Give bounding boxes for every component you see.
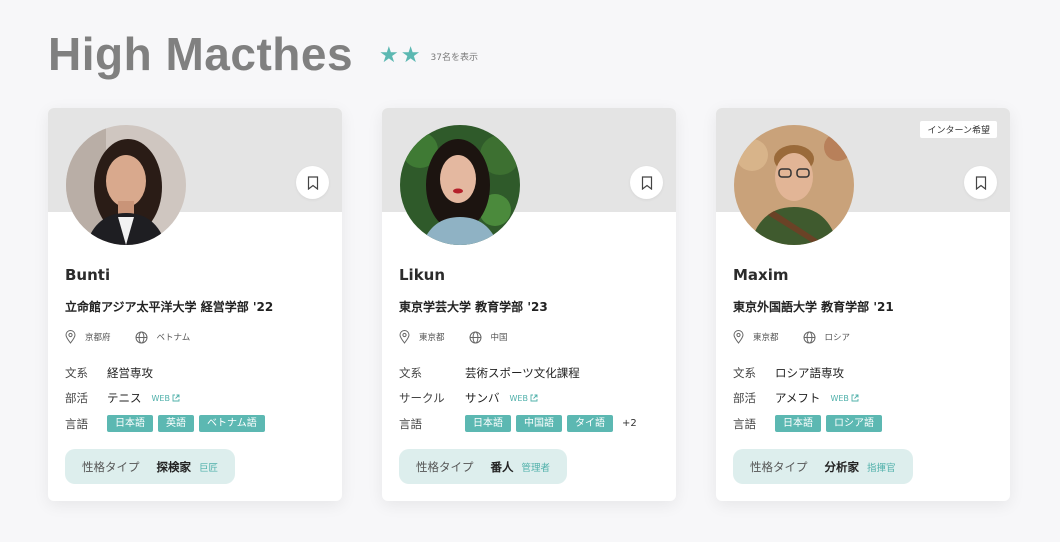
more-languages-count[interactable]: +2: [622, 418, 637, 429]
language-tag: ロシア語: [826, 415, 882, 432]
activity-row: 部活 テニス WEB: [65, 390, 180, 406]
personality-label: 性格タイプ: [750, 459, 808, 474]
globe-icon: [803, 331, 816, 344]
subject-value: 経営専攻: [107, 366, 153, 380]
external-link-icon: [530, 394, 538, 402]
candidate-card[interactable]: Bunti 立命館アジア太平洋大学 経営学部 '22 京都府 ベトナム 文系 経…: [48, 108, 342, 501]
activity-value: アメフト: [775, 391, 821, 405]
bookmark-icon: [307, 175, 318, 190]
bookmark-icon: [975, 175, 986, 190]
personality-type: 分析家: [824, 459, 860, 474]
personality-role: 指揮官: [867, 462, 896, 474]
language-label: 言語: [65, 416, 88, 431]
bookmark-button[interactable]: [296, 166, 329, 199]
avatar: [734, 125, 854, 245]
intern-badge: インターン希望: [920, 121, 997, 138]
globe-icon: [469, 331, 482, 344]
personality-role: 管理者: [521, 462, 551, 474]
activity-label: 部活: [733, 391, 756, 405]
language-tag: 日本語: [107, 415, 153, 432]
subject-row: 文系 ロシア語専攻: [733, 365, 844, 381]
star-icon: ★: [379, 43, 399, 68]
subject-row: 文系 経営専攻: [65, 365, 153, 381]
country: ベトナム: [156, 333, 191, 343]
activity-value: サンバ: [465, 391, 500, 405]
rating: ★ ★ 37名を表示: [379, 45, 478, 67]
language-tag: 日本語: [465, 415, 511, 432]
bookmark-button[interactable]: [630, 166, 663, 199]
prefecture: 東京都: [419, 333, 445, 343]
web-link[interactable]: WEB: [510, 394, 538, 403]
school: 立命館アジア太平洋大学 経営学部 '22: [65, 300, 274, 314]
language-tag: ベトナム語: [199, 415, 265, 432]
bookmark-button[interactable]: [964, 166, 997, 199]
language-tag: 中国語: [516, 415, 562, 432]
prefecture: 京都府: [85, 333, 111, 343]
activity-row: サークル サンバ WEB: [399, 390, 538, 406]
web-link[interactable]: WEB: [830, 394, 859, 403]
personality-type: 探検家: [156, 459, 192, 474]
location-pin-icon: [65, 330, 76, 344]
subject-label: 文系: [733, 366, 756, 380]
language-row: 言語 日本語 英語 ベトナム語: [65, 415, 270, 432]
school: 東京学芸大学 教育学部 '23: [399, 300, 548, 314]
language-tag: タイ語: [567, 415, 613, 432]
candidate-card[interactable]: Likun 東京学芸大学 教育学部 '23 東京都 中国 文系 芸術スポーツ文化…: [382, 108, 676, 501]
candidate-name: Likun: [399, 266, 446, 284]
country: 中国: [490, 333, 508, 343]
location-row: 京都府 ベトナム: [65, 330, 190, 344]
subject-row: 文系 芸術スポーツ文化課程: [399, 365, 580, 381]
personality-type: 番人: [490, 459, 514, 474]
location-pin-icon: [399, 330, 410, 344]
subject-label: 文系: [65, 366, 88, 380]
bookmark-icon: [641, 175, 652, 190]
language-label: 言語: [399, 416, 422, 431]
subject-value: 芸術スポーツ文化課程: [465, 366, 580, 380]
result-count: 37名を表示: [430, 52, 478, 63]
personality-type-box: 性格タイプ 分析家 指揮官: [733, 449, 913, 484]
activity-row: 部活 アメフト WEB: [733, 390, 859, 406]
school: 東京外国語大学 教育学部 '21: [733, 300, 894, 314]
avatar: [66, 125, 186, 245]
candidate-name: Maxim: [733, 266, 789, 284]
personality-type-box: 性格タイプ 探検家 巨匠: [65, 449, 236, 484]
language-tag: 英語: [158, 415, 194, 432]
subject-label: 文系: [399, 366, 422, 380]
location-row: 東京都 中国: [399, 330, 508, 344]
language-tag: 日本語: [775, 415, 821, 432]
prefecture: 東京都: [753, 333, 779, 343]
location-row: 東京都 ロシア: [733, 330, 850, 344]
activity-value: テニス: [107, 391, 142, 405]
avatar: [400, 125, 520, 245]
language-row: 言語 日本語 ロシア語: [733, 415, 887, 432]
subject-value: ロシア語専攻: [775, 366, 844, 380]
activity-label: 部活: [65, 391, 88, 405]
header: High Macthes ★ ★ 37名を表示: [48, 24, 478, 84]
personality-type-box: 性格タイプ 番人 管理者: [399, 449, 568, 484]
country: ロシア: [824, 333, 851, 343]
personality-role: 巨匠: [199, 462, 219, 474]
external-link-icon: [172, 394, 180, 402]
globe-icon: [135, 331, 148, 344]
candidate-card[interactable]: インターン希望 Maxim 東京外国語大学 教育学部 '21 東京都 ロシア 文…: [716, 108, 1010, 501]
activity-label: サークル: [399, 391, 445, 405]
candidate-name: Bunti: [65, 266, 111, 284]
web-link[interactable]: WEB: [152, 394, 180, 403]
personality-label: 性格タイプ: [416, 459, 474, 474]
language-label: 言語: [733, 416, 756, 431]
location-pin-icon: [733, 330, 744, 344]
page-title: High Macthes: [48, 28, 354, 80]
language-row: 言語 日本語 中国語 タイ語 +2: [399, 415, 637, 432]
star-icon: ★: [400, 43, 421, 68]
personality-label: 性格タイプ: [82, 459, 140, 474]
external-link-icon: [851, 394, 859, 402]
